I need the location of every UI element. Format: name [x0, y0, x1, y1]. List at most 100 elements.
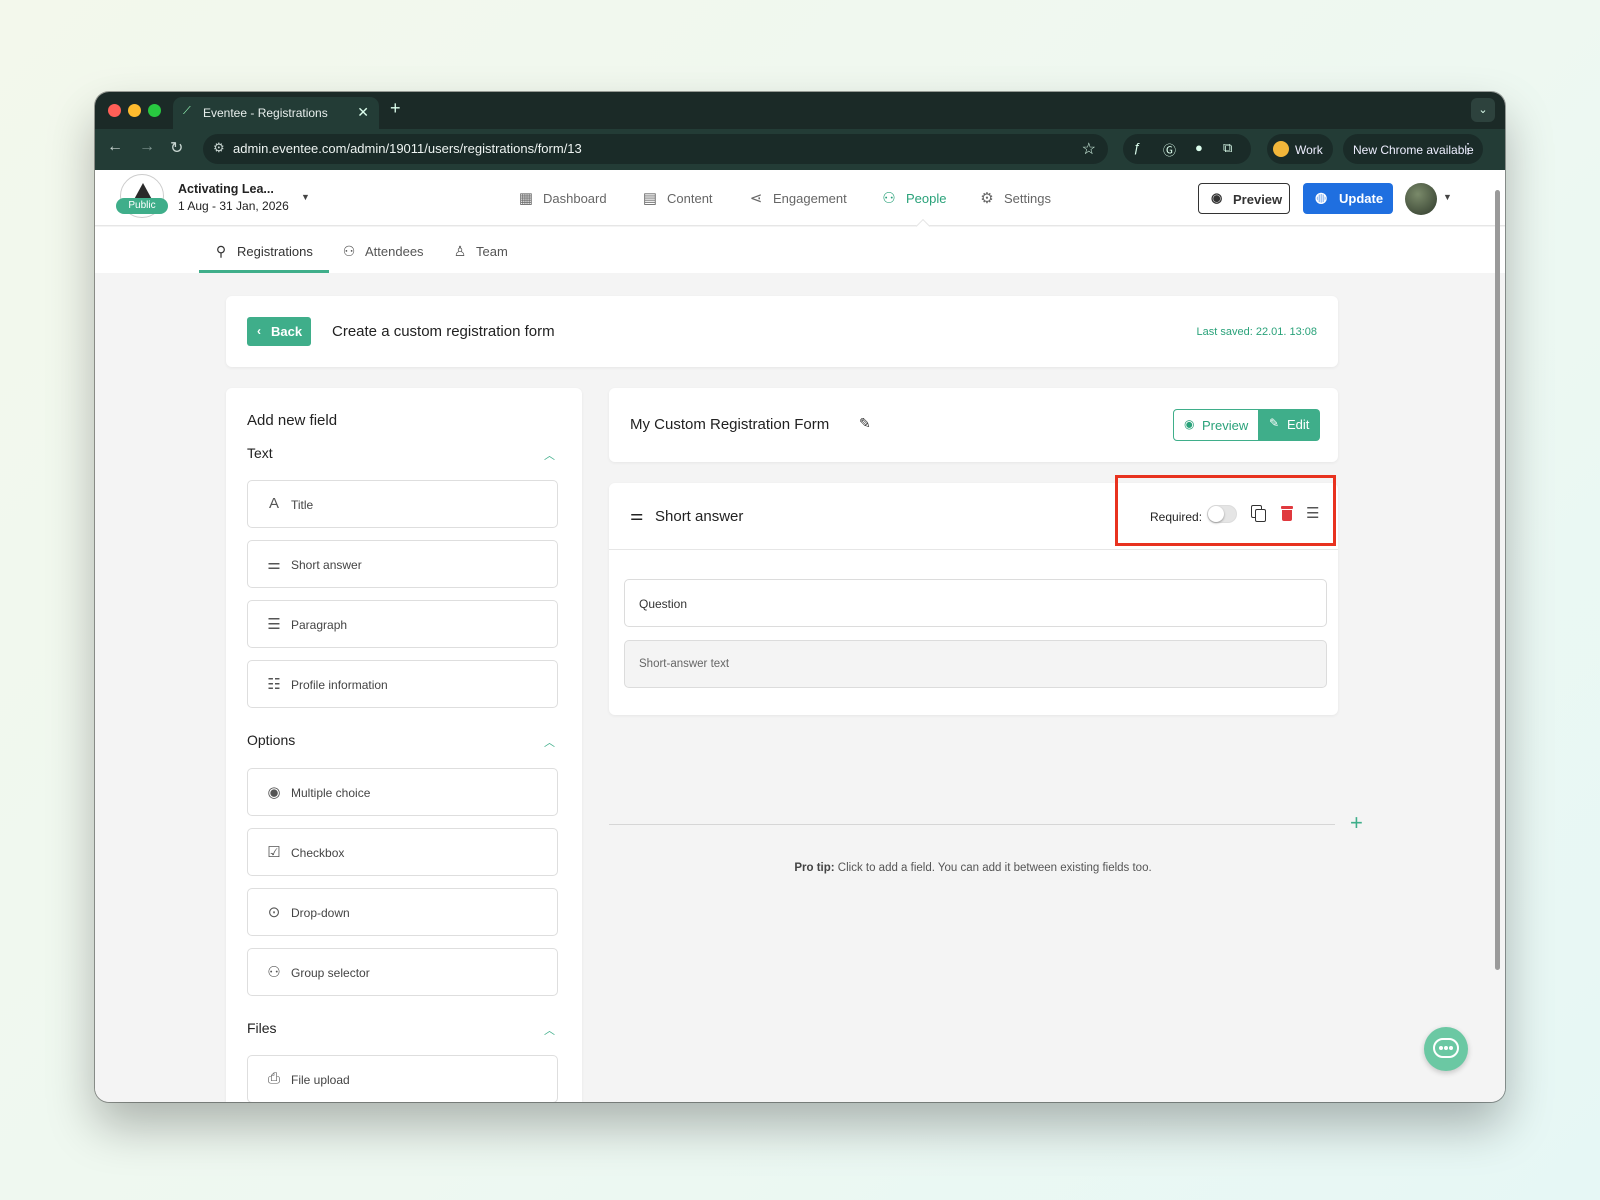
- add-field-plus-icon[interactable]: +: [1350, 810, 1363, 836]
- field-type-multiple-choice[interactable]: ◉ Multiple choice: [247, 768, 558, 816]
- nav-label: People: [906, 191, 947, 206]
- field-type-file-upload[interactable]: ⎙ File upload: [247, 1055, 558, 1102]
- reload-icon[interactable]: ↻: [170, 138, 183, 158]
- bookmark-star-icon[interactable]: ☆: [1082, 139, 1096, 159]
- eye-icon: ◉: [1184, 417, 1195, 431]
- field-type-label: File upload: [291, 1073, 350, 1087]
- chat-support-button[interactable]: [1424, 1027, 1468, 1071]
- forward-arrow-icon[interactable]: →: [139, 138, 155, 156]
- eye-icon: ◉: [1211, 190, 1223, 205]
- extensions-puzzle-icon[interactable]: ⧉: [1223, 140, 1232, 156]
- app-viewport: Public Activating Lea... 1 Aug - 31 Jan,…: [95, 170, 1505, 1102]
- tab-title: Eventee - Registrations: [203, 106, 328, 120]
- field-type-label: Checkbox: [291, 846, 345, 860]
- subnav-label: Registrations: [237, 244, 313, 259]
- group-header-files[interactable]: Files: [247, 1020, 277, 1036]
- field-type-paragraph[interactable]: ☰ Paragraph: [247, 600, 558, 648]
- browser-tab[interactable]: ⟋ Eventee - Registrations ✕: [173, 97, 379, 129]
- field-type-title[interactable]: A Title: [247, 480, 558, 528]
- field-type-short-answer[interactable]: ⚌ Short answer: [247, 540, 558, 588]
- formula-extension-icon[interactable]: ƒ: [1133, 140, 1140, 155]
- nav-item-dashboard[interactable]: ▦ Dashboard: [517, 189, 607, 207]
- form-preview-button[interactable]: ◉ Preview: [1173, 409, 1259, 441]
- chevron-up-icon[interactable]: ︿: [544, 734, 555, 750]
- people-icon: ⚇: [882, 190, 896, 207]
- field-type-title: Short answer: [655, 508, 744, 525]
- field-type-checkbox[interactable]: ☑ Checkbox: [247, 828, 558, 876]
- dashboard-icon: ▦: [518, 190, 534, 207]
- scrollbar-thumb[interactable]: [1495, 190, 1500, 970]
- nav-label: Content: [667, 191, 713, 206]
- user-avatar[interactable]: [1405, 183, 1437, 215]
- user-menu-caret-icon[interactable]: ▼: [1443, 192, 1452, 202]
- form-title: My Custom Registration Form: [630, 416, 830, 433]
- subnav-label: Attendees: [365, 244, 424, 259]
- form-edit-label: Edit: [1287, 417, 1310, 432]
- question-input[interactable]: Question: [624, 579, 1327, 627]
- profile-chip[interactable]: Work: [1267, 134, 1333, 164]
- question-placeholder: Question: [639, 597, 688, 611]
- field-type-drop-down[interactable]: ⊙ Drop-down: [247, 888, 558, 936]
- browser-toolbar: ← → ↻ ⚙ admin.eventee.com/admin/19011/us…: [95, 129, 1505, 170]
- page-title: Create a custom registration form: [332, 323, 555, 340]
- close-tab-icon[interactable]: ✕: [357, 104, 369, 121]
- radio-icon: ◉: [267, 784, 281, 801]
- short-answer-placeholder: Short-answer text: [639, 658, 730, 670]
- pro-tip-label: Pro tip:: [794, 862, 835, 874]
- nav-item-people[interactable]: ⚇ People: [880, 189, 946, 207]
- profile-label: Work: [1295, 143, 1323, 157]
- nav-item-engagement[interactable]: ⋖ Engagement: [747, 189, 847, 207]
- subnav-item-team[interactable]: ♙ Team: [451, 243, 508, 260]
- group-header-options[interactable]: Options: [247, 732, 295, 748]
- update-button[interactable]: ◍ Update: [1303, 183, 1393, 214]
- chevron-up-icon[interactable]: ︿: [544, 1022, 555, 1038]
- address-bar[interactable]: ⚙ admin.eventee.com/admin/19011/users/re…: [203, 134, 1108, 164]
- team-icon: ♙: [453, 243, 467, 259]
- form-edit-button[interactable]: ✎ Edit: [1258, 409, 1320, 441]
- sub-navigation: ⚲ Registrations ⚇ Attendees ♙ Team: [95, 227, 1505, 273]
- dropper-extension-icon[interactable]: ●: [1195, 140, 1203, 155]
- favicon-icon: ⟋: [183, 105, 191, 117]
- sidebar-title: Add new field: [247, 412, 338, 429]
- field-type-profile-information[interactable]: ☷ Profile information: [247, 660, 558, 708]
- grammarly-icon[interactable]: Ⓖ: [1163, 140, 1176, 159]
- page-scrollbar[interactable]: [1493, 170, 1503, 1102]
- pencil-icon[interactable]: ✎: [859, 415, 871, 432]
- add-field-divider[interactable]: [609, 824, 1335, 825]
- extensions-group: ƒ Ⓖ ● ⧉: [1123, 134, 1251, 164]
- short-lines-icon: ⚌: [267, 556, 281, 573]
- event-name[interactable]: Activating Lea...: [178, 182, 274, 196]
- nav-item-content[interactable]: ▤ Content: [641, 189, 713, 207]
- event-switcher-caret-icon[interactable]: ▼: [301, 192, 310, 202]
- tab-search-icon[interactable]: ⌄: [1471, 98, 1495, 122]
- attendees-icon: ⚇: [342, 243, 356, 259]
- nav-item-settings[interactable]: ⚙ Settings: [978, 189, 1051, 207]
- field-type-label: Group selector: [291, 966, 370, 980]
- chevron-up-icon[interactable]: ︿: [544, 447, 555, 463]
- subnav-item-registrations[interactable]: ⚲ Registrations: [212, 243, 313, 260]
- event-dates: 1 Aug - 31 Jan, 2026: [178, 199, 289, 213]
- field-type-label: Title: [291, 498, 314, 512]
- subnav-item-attendees[interactable]: ⚇ Attendees: [340, 243, 424, 260]
- globe-icon: ◍: [1315, 189, 1328, 205]
- highlight-annotation-box: [1115, 475, 1336, 546]
- field-type-group-selector[interactable]: ⚇ Group selector: [247, 948, 558, 996]
- site-settings-icon[interactable]: ⚙: [213, 140, 225, 156]
- close-window-button[interactable]: [108, 104, 121, 117]
- field-type-label: Multiple choice: [291, 786, 371, 800]
- back-button[interactable]: ‹ Back: [247, 317, 311, 346]
- form-preview-label: Preview: [1202, 418, 1249, 433]
- paragraph-icon: ☰: [267, 616, 281, 633]
- short-lines-icon: ⚌: [630, 507, 644, 524]
- back-arrow-icon[interactable]: ←: [107, 138, 123, 156]
- user-check-icon: ⚲: [215, 243, 227, 259]
- share-icon: ⋖: [749, 190, 763, 207]
- minimize-window-button[interactable]: [128, 104, 141, 117]
- update-chrome-button[interactable]: New Chrome available ⋮: [1343, 134, 1483, 164]
- preview-event-button[interactable]: ◉ Preview: [1198, 183, 1290, 214]
- maximize-window-button[interactable]: [148, 104, 161, 117]
- group-header-text[interactable]: Text: [247, 445, 273, 461]
- kebab-menu-icon[interactable]: ⋮: [1461, 140, 1475, 157]
- new-tab-button[interactable]: +: [390, 98, 401, 119]
- update-label: Update: [1339, 191, 1384, 206]
